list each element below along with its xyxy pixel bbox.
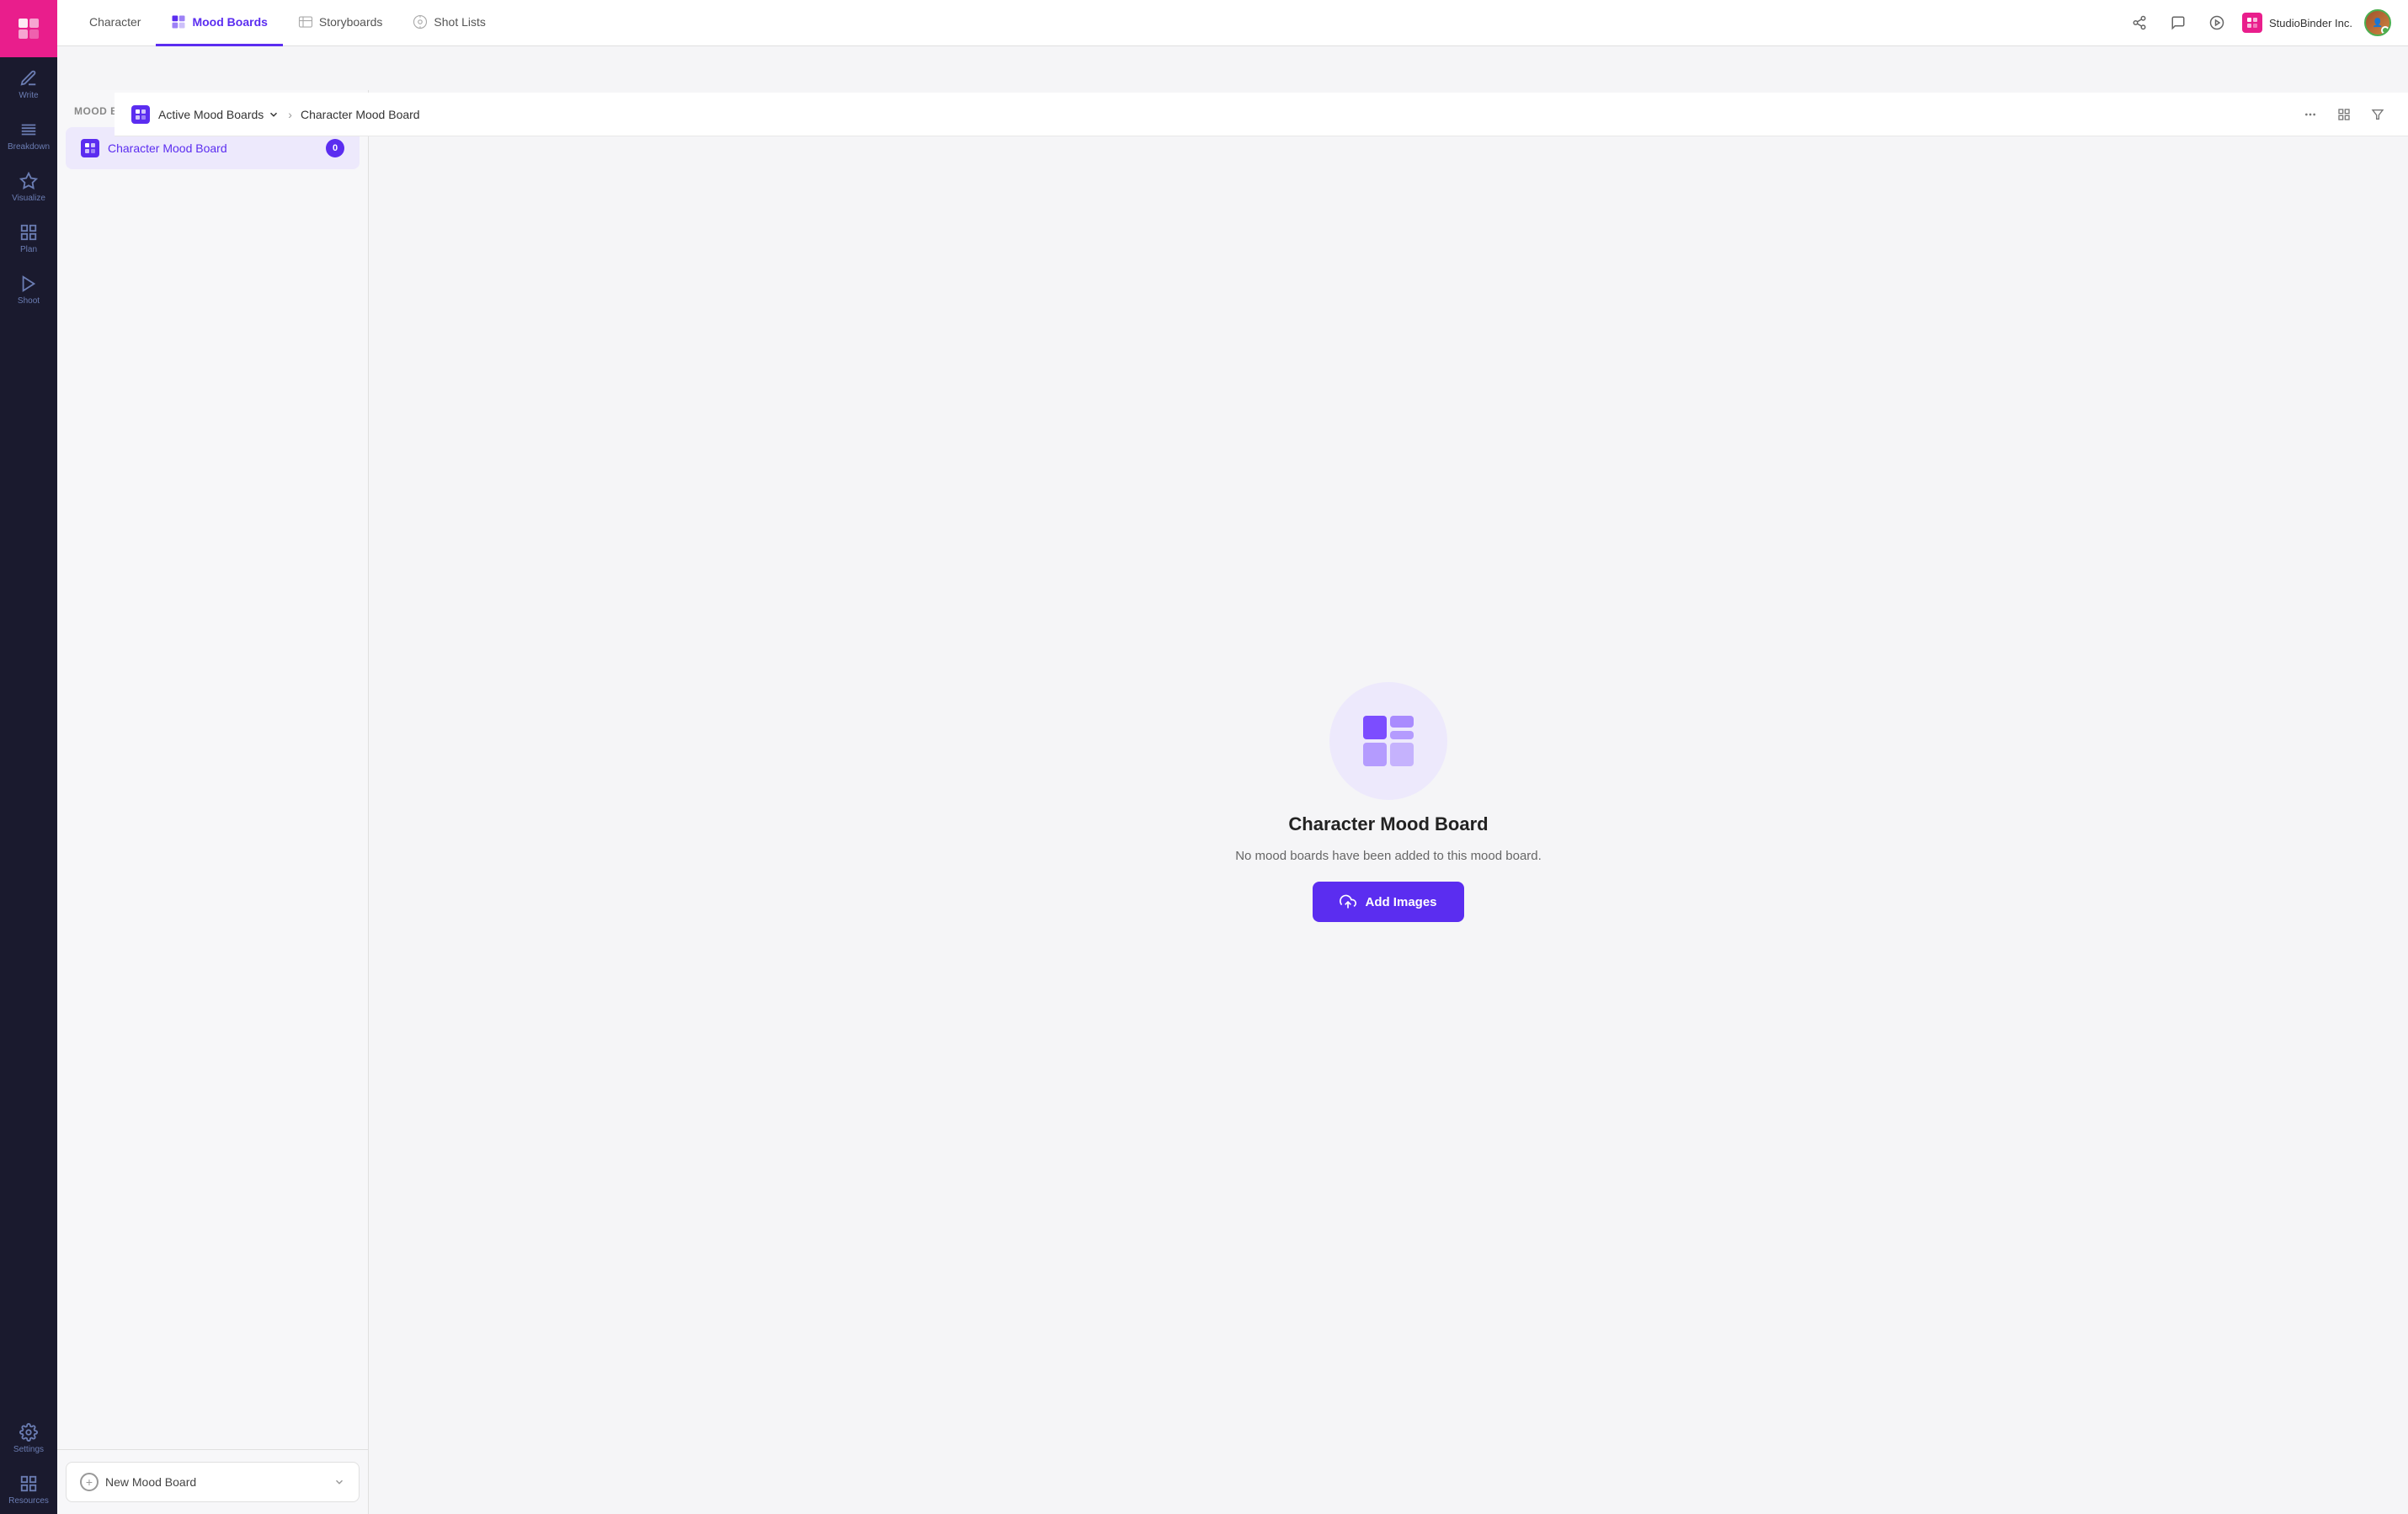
right-panel: Character Mood Board No mood boards have… xyxy=(369,90,2408,1514)
company-badge[interactable]: StudioBinder Inc. xyxy=(2242,13,2352,33)
share-icon xyxy=(2132,15,2147,30)
sidebar-item-plan[interactable]: Plan xyxy=(0,211,57,263)
sidebar-item-shoot[interactable]: Shoot xyxy=(0,263,57,314)
tab-mood-boards[interactable]: Mood Boards xyxy=(156,0,282,46)
chevron-down-icon xyxy=(268,109,280,120)
breadcrumb-actions xyxy=(2297,101,2391,128)
upload-icon xyxy=(1340,893,1356,910)
tab-character[interactable]: Character xyxy=(74,0,156,46)
nav-tabs: Character Mood Boards Storyboards xyxy=(74,0,2126,46)
top-nav-right: StudioBinder Inc. 👤 xyxy=(2126,9,2391,36)
tab-storyboards[interactable]: Storyboards xyxy=(283,0,397,46)
grid-icon xyxy=(2337,108,2351,121)
app-logo[interactable] xyxy=(0,0,57,57)
icon-sidebar: Write Breakdown Visualize Plan Shoot Set… xyxy=(0,0,57,1514)
empty-icon-circle xyxy=(1329,682,1447,800)
left-panel-footer: + New Mood Board xyxy=(57,1449,368,1514)
sidebar-item-write[interactable]: Write xyxy=(0,57,57,109)
tab-shot-lists[interactable]: Shot Lists xyxy=(397,0,500,46)
avatar[interactable]: 👤 xyxy=(2364,9,2391,36)
plus-icon: + xyxy=(80,1473,99,1491)
breadcrumb-icon xyxy=(131,105,150,124)
item-icon xyxy=(81,139,99,157)
shot-lists-icon xyxy=(413,14,428,29)
sidebar-item-settings[interactable]: Settings xyxy=(0,1411,57,1463)
sidebar-item-visualize[interactable]: Visualize xyxy=(0,160,57,211)
more-options-button[interactable] xyxy=(2297,101,2324,128)
empty-state-subtitle: No mood boards have been added to this m… xyxy=(1235,849,1542,863)
chat-icon xyxy=(2171,15,2186,30)
breadcrumb-bar: Active Mood Boards › Character Mood Boar… xyxy=(115,93,2408,136)
play-icon xyxy=(2209,15,2224,30)
chat-button[interactable] xyxy=(2165,9,2192,36)
company-logo xyxy=(2242,13,2262,33)
breadcrumb-dropdown[interactable]: Active Mood Boards xyxy=(158,108,280,121)
mood-board-grid-icon xyxy=(1358,711,1419,771)
filter-icon xyxy=(2371,108,2384,121)
play-button[interactable] xyxy=(2203,9,2230,36)
sidebar-item-breakdown[interactable]: Breakdown xyxy=(0,109,57,160)
item-label: Character Mood Board xyxy=(108,141,317,155)
storyboards-icon xyxy=(298,14,313,29)
top-nav: Character Mood Boards Storyboards xyxy=(57,0,2408,46)
chevron-down-icon xyxy=(333,1476,345,1488)
add-images-button[interactable]: Add Images xyxy=(1313,882,1463,922)
item-count: 0 xyxy=(326,139,344,157)
online-indicator xyxy=(2381,26,2389,35)
empty-state-title: Character Mood Board xyxy=(1288,813,1488,835)
filter-button[interactable] xyxy=(2364,101,2391,128)
breadcrumb-separator: › xyxy=(288,108,292,121)
sidebar-item-resources[interactable]: Resources xyxy=(0,1463,57,1514)
breadcrumb-current: Character Mood Board xyxy=(301,108,420,121)
left-panel: Mood Boards Character Mood Board 0 xyxy=(57,90,369,1514)
empty-state: Character Mood Board No mood boards have… xyxy=(1235,682,1542,922)
ellipsis-icon xyxy=(2304,108,2317,121)
grid-view-button[interactable] xyxy=(2331,101,2357,128)
share-button[interactable] xyxy=(2126,9,2153,36)
new-mood-board-button[interactable]: + New Mood Board xyxy=(66,1462,360,1502)
mood-boards-icon xyxy=(171,14,186,29)
